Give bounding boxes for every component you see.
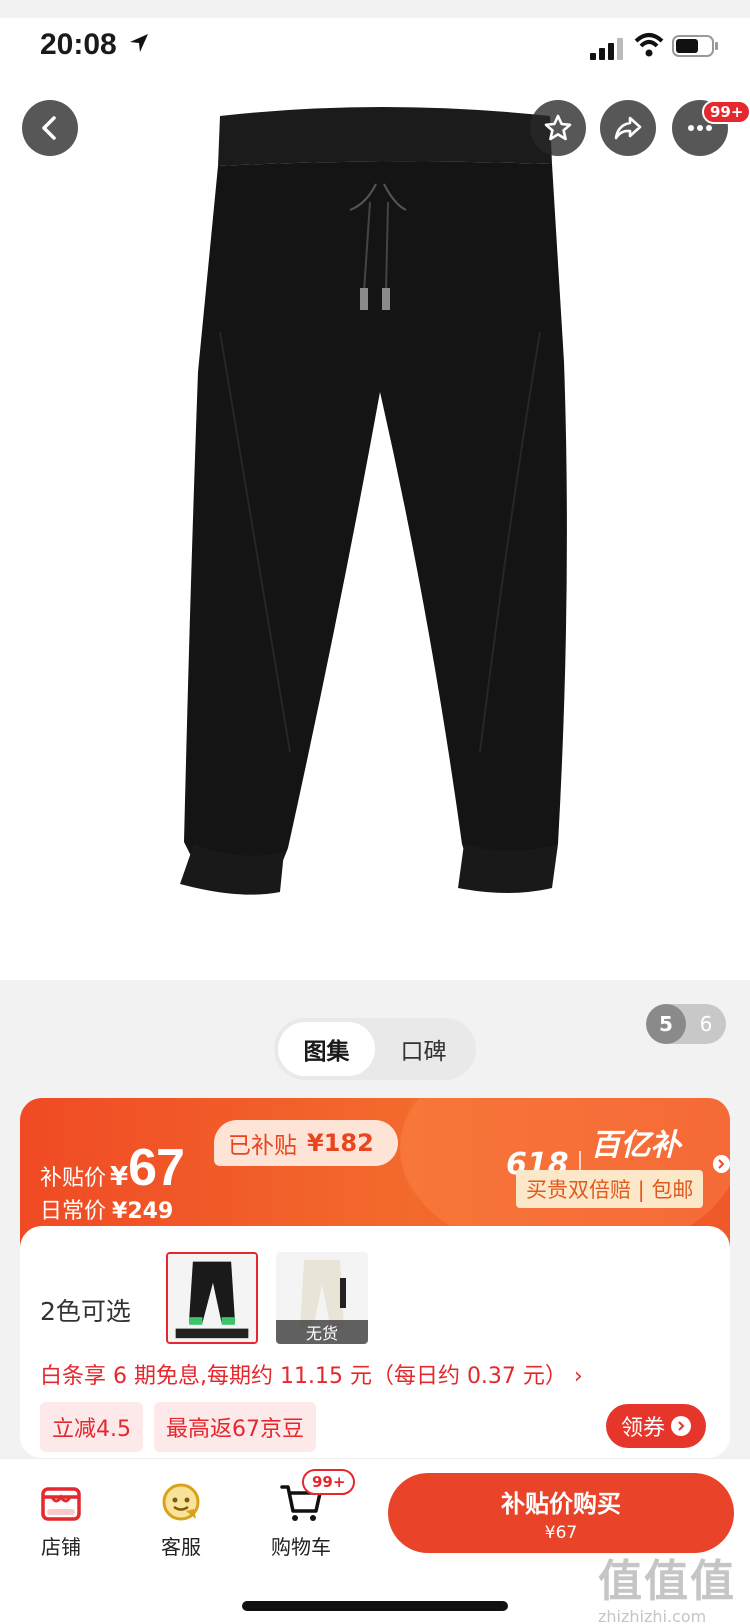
signal-icon: [590, 38, 623, 60]
watermark-logo: 值值值: [598, 1556, 736, 1607]
buy-now-button[interactable]: 补贴价购买 ¥67: [388, 1473, 734, 1553]
subsidized-amount: ¥182: [307, 1129, 374, 1157]
regular-price: ¥249: [112, 1199, 174, 1224]
subsidy-price: 67: [128, 1139, 185, 1197]
store-button[interactable]: 店铺: [16, 1479, 106, 1560]
chevron-left-icon: [42, 116, 56, 140]
product-image: [180, 107, 567, 895]
color-swatch-black[interactable]: [166, 1252, 258, 1344]
currency-symbol: ¥: [110, 1162, 129, 1192]
price-card: 补贴价¥67 日常价¥249 已补贴¥182 618 百亿补贴 买贵双倍赔 | …: [20, 1098, 730, 1458]
product-gallery[interactable]: 99+ 5 6: [0, 78, 750, 1044]
store-icon: [41, 1487, 81, 1521]
regular-price-row: 日常价 ¥249: [40, 1193, 173, 1225]
status-bar: 20:08: [0, 18, 750, 78]
customer-service-label: 客服: [161, 1535, 201, 1559]
product-page: { "status_bar": {"time": "20:08"}, "hero…: [0, 0, 750, 1624]
tab-gallery[interactable]: 图集: [278, 1022, 375, 1076]
share-button[interactable]: [600, 100, 656, 156]
subsidized-amount-tag: 已补贴 ¥182: [214, 1120, 398, 1166]
colors-label[interactable]: 2色可选: [40, 1292, 131, 1328]
bottom-action-bar: 店铺 客服 购物车 99+ 补贴价购买 ¥67 值值值 zhizhizhi.co…: [0, 1458, 750, 1624]
status-time: 20:08: [40, 28, 117, 61]
more-notification-badge: 99+: [702, 100, 750, 124]
customer-service-button[interactable]: 客服: [136, 1479, 226, 1560]
wifi-icon: [634, 33, 664, 57]
sku-section: 2色可选 无货 白条享 6 期免息,每期约 11.15 元（每日约 0.37 元…: [20, 1226, 730, 1458]
discount-chip[interactable]: 立减4.5: [40, 1402, 143, 1452]
subsidy-price-row: 补贴价 ¥67: [40, 1138, 185, 1198]
pager-current: 5: [646, 1004, 686, 1044]
installment-info[interactable]: 白条享 6 期免息,每期约 11.15 元（每日约 0.37 元） ›: [40, 1358, 583, 1390]
beans-rebate-chip[interactable]: 最高返67京豆: [154, 1402, 316, 1452]
regular-price-label: 日常价: [40, 1199, 107, 1224]
guarantee-badge: 买贵双倍赔 | 包邮: [516, 1170, 704, 1208]
get-coupon-button[interactable]: 领券: [606, 1404, 706, 1448]
share-arrow-icon: [614, 116, 642, 140]
star-icon: [544, 114, 572, 141]
image-pager: 5 6: [646, 1004, 726, 1044]
location-arrow-icon: [130, 34, 148, 52]
buy-button-price: ¥67: [544, 1522, 578, 1543]
swatch-black-image: [168, 1254, 256, 1342]
coupon-label: 领券: [620, 1416, 665, 1441]
back-button[interactable]: [22, 100, 78, 156]
customer-service-icon: [162, 1483, 200, 1521]
chevron-right-icon: [671, 1416, 691, 1436]
store-label: 店铺: [41, 1535, 81, 1559]
buy-button-label: 补贴价购买: [501, 1489, 621, 1518]
cart-count-badge: 99+: [302, 1469, 356, 1495]
color-swatch-cream[interactable]: 无货: [276, 1252, 368, 1344]
battery-icon: [672, 35, 718, 57]
pager-total: 6: [699, 1012, 713, 1036]
tab-reviews[interactable]: 口碑: [375, 1022, 472, 1076]
favorite-button[interactable]: [530, 100, 586, 156]
home-indicator[interactable]: [242, 1601, 508, 1611]
cart-label: 购物车: [271, 1535, 331, 1559]
subsidized-label: 已补贴: [228, 1133, 297, 1159]
chevron-right-icon: [712, 1155, 730, 1173]
subsidy-price-label: 补贴价: [40, 1166, 107, 1191]
gallery-tab-switch: 图集 口碑: [274, 1018, 476, 1080]
watermark-url: zhizhizhi.com: [598, 1607, 707, 1624]
out-of-stock-label: 无货: [276, 1320, 368, 1344]
watermark: 值值值 zhizhizhi.com: [598, 1545, 746, 1624]
